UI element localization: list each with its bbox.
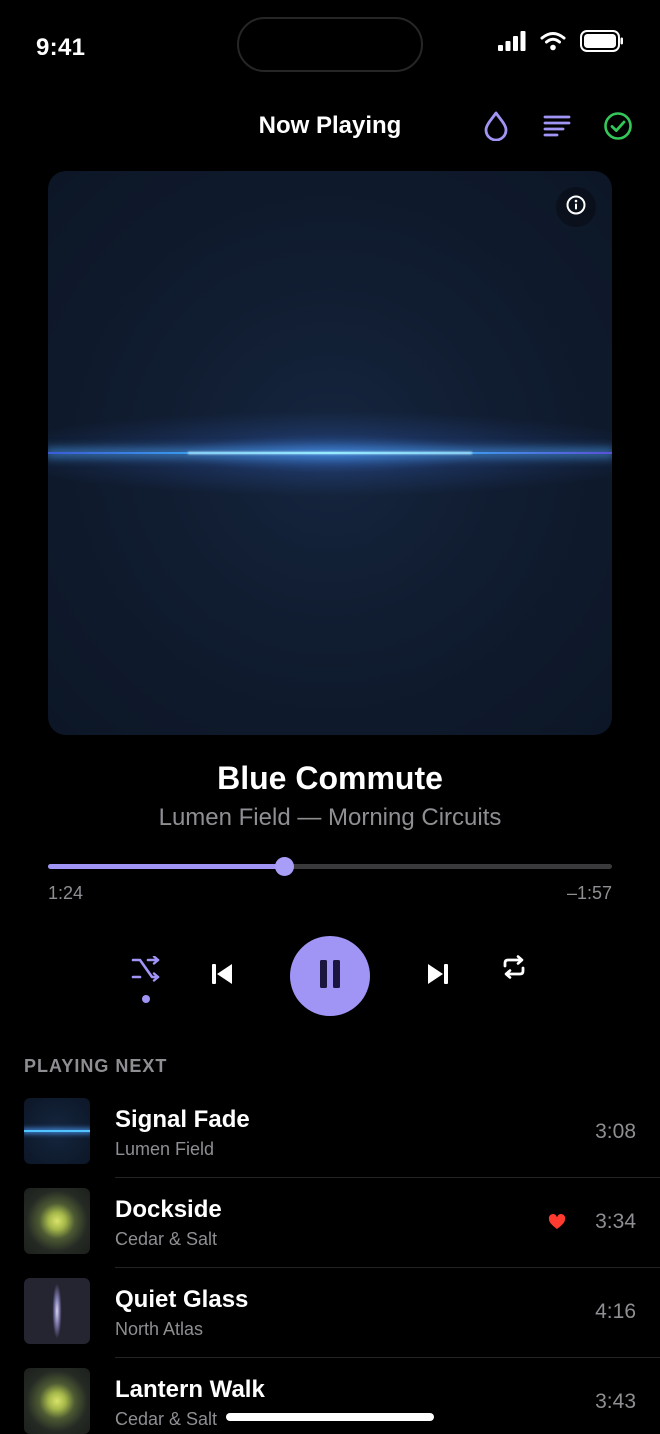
- queue-item-duration: 3:34: [595, 1210, 636, 1233]
- queue-item-title: Dockside: [115, 1196, 222, 1223]
- artwork-light-core: [188, 452, 472, 454]
- queue-section-label: PLAYING NEXT: [24, 1056, 168, 1076]
- status-bar: 9:41: [0, 0, 660, 96]
- scrubber-fill: [48, 864, 284, 869]
- queue-item-title: Quiet Glass: [115, 1286, 249, 1313]
- queue-item[interactable]: Lantern Walk Cedar & Salt 3:43: [0, 1358, 660, 1434]
- queue-item-artwork: [24, 1368, 90, 1434]
- track-artist-album: Lumen Field — Morning Circuits: [158, 804, 502, 831]
- queue-item[interactable]: Signal Fade Lumen Field 3:08: [0, 1088, 660, 1178]
- queue-item-artist: Cedar & Salt: [115, 1409, 218, 1429]
- next-track-button[interactable]: [422, 960, 454, 992]
- queue-item-artwork: [24, 1188, 90, 1254]
- shuffle-icon: [131, 954, 161, 987]
- queue-list-icon: [543, 114, 571, 143]
- wifi-icon: [540, 31, 566, 56]
- playback-controls: [0, 936, 660, 1016]
- repeat-button[interactable]: [496, 952, 532, 986]
- drop-icon: [483, 111, 509, 146]
- remaining-time: –1:57: [566, 883, 612, 903]
- dynamic-island: [237, 17, 423, 72]
- pause-icon: [318, 959, 342, 994]
- queue-item-title: Lantern Walk: [115, 1376, 265, 1403]
- shuffle-active-indicator: [142, 995, 150, 1003]
- done-button[interactable]: [602, 111, 634, 146]
- skip-forward-icon: [426, 962, 450, 991]
- battery-icon: [580, 30, 624, 57]
- queue-item-duration: 4:16: [595, 1300, 636, 1323]
- scrubber-thumb[interactable]: [274, 857, 294, 876]
- queue-item[interactable]: Quiet Glass North Atlas 4:16: [0, 1268, 660, 1358]
- queue-list: Signal Fade Lumen Field 3:08 Dockside Ce…: [0, 1088, 660, 1434]
- playback-scrubber[interactable]: [48, 857, 612, 876]
- shuffle-button[interactable]: [127, 954, 165, 988]
- queue-item-artist: Cedar & Salt: [115, 1229, 218, 1249]
- pause-button[interactable]: [290, 936, 370, 1016]
- queue-item-title: Signal Fade: [115, 1106, 250, 1133]
- queue-item-duration: 3:43: [595, 1390, 636, 1413]
- heart-icon[interactable]: [548, 1214, 566, 1235]
- info-button[interactable]: [556, 187, 596, 227]
- signal-icon: [498, 31, 526, 56]
- drop-button[interactable]: [480, 111, 512, 146]
- skip-back-icon: [210, 962, 234, 991]
- queue-item[interactable]: Dockside Cedar & Salt 3:34: [0, 1178, 660, 1268]
- album-artwork: [48, 171, 612, 735]
- queue-item-duration: 3:08: [595, 1120, 636, 1143]
- status-icons: [498, 30, 624, 57]
- status-time: 9:41: [36, 34, 86, 61]
- queue-item-artist: North Atlas: [115, 1319, 204, 1339]
- now-playing-header: Now Playing: [0, 100, 660, 156]
- home-indicator[interactable]: [226, 1413, 434, 1421]
- repeat-icon: [502, 954, 526, 985]
- queue-item-artist: Lumen Field: [115, 1139, 215, 1159]
- info-icon: [565, 194, 587, 221]
- previous-track-button[interactable]: [206, 960, 238, 992]
- queue-item-artwork: [24, 1278, 90, 1344]
- track-title: Blue Commute: [217, 760, 443, 796]
- queue-list-button[interactable]: [541, 112, 573, 144]
- check-circle-icon: [603, 111, 633, 146]
- queue-item-artwork: [24, 1098, 90, 1164]
- elapsed-time: 1:24: [48, 883, 84, 903]
